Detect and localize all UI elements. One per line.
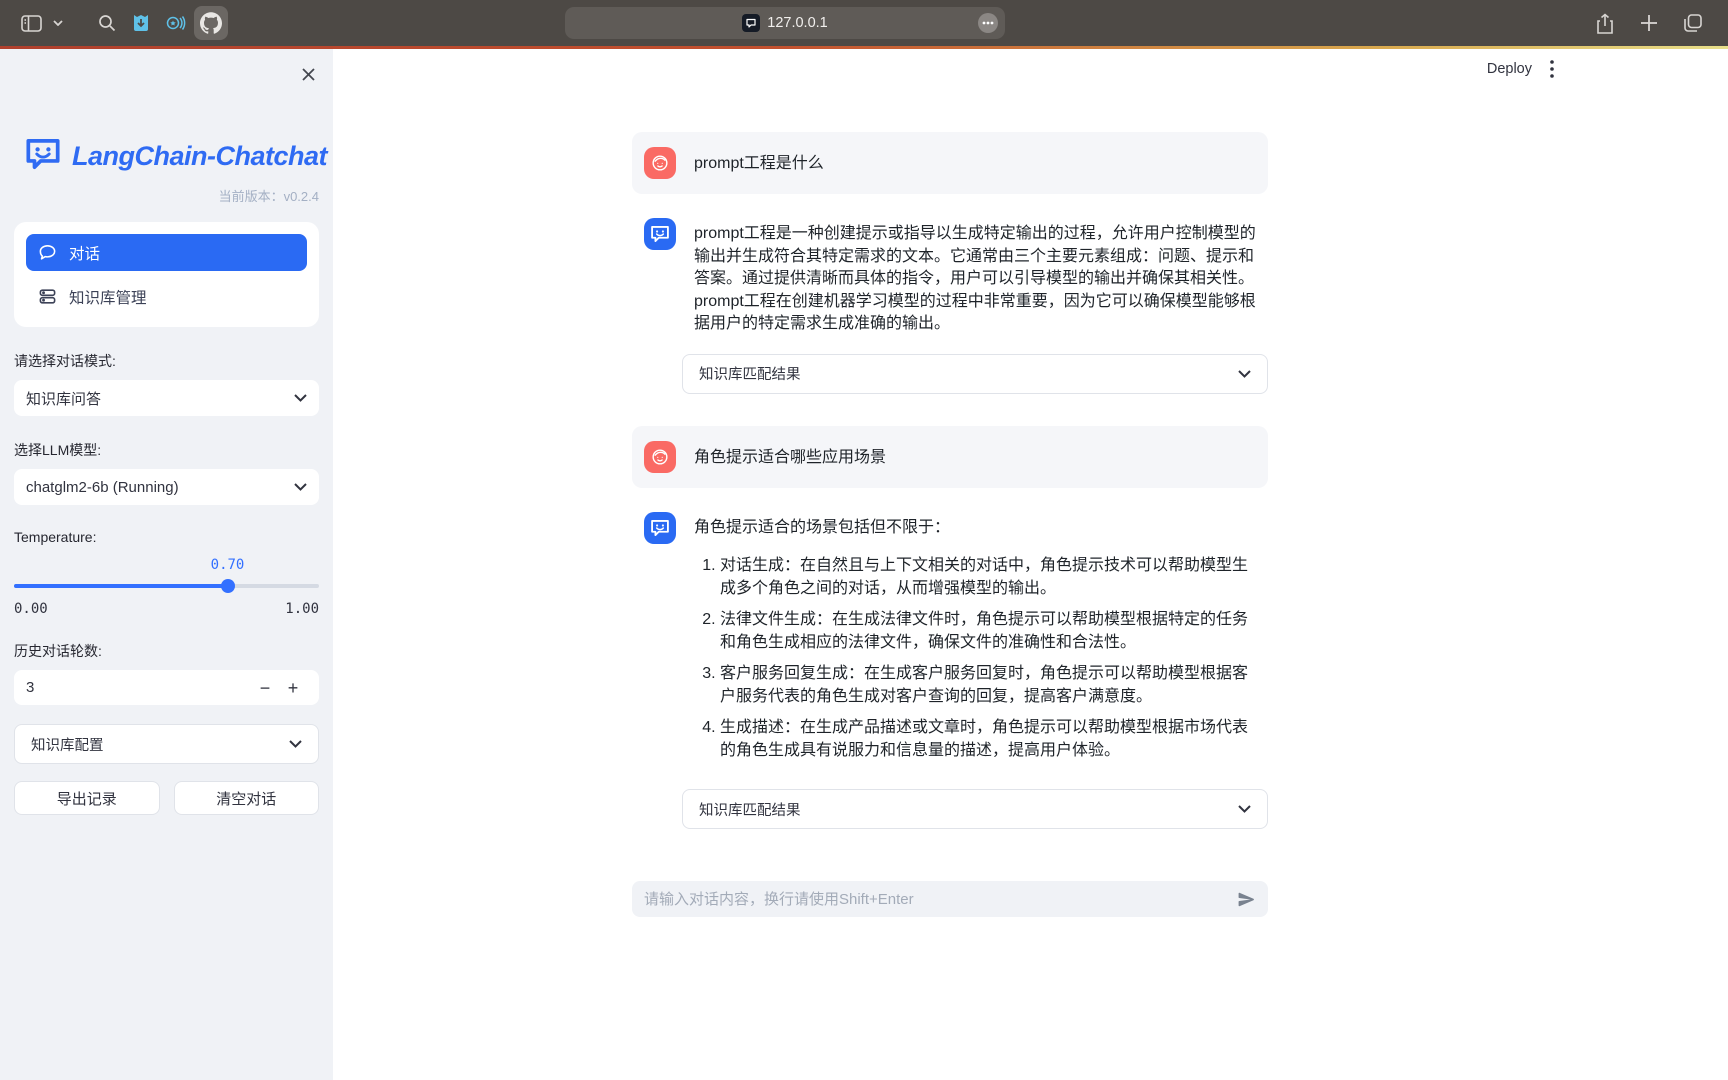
slider-range-labels: 0.00 1.00 (14, 601, 319, 617)
user-message: 角色提示适合哪些应用场景 (632, 426, 1268, 488)
chevron-down-icon (294, 394, 307, 402)
chevron-down-icon (1238, 805, 1251, 813)
tab-overview-icon[interactable] (1678, 8, 1708, 38)
dialog-mode-label: 请选择对话模式: (14, 351, 319, 371)
github-icon[interactable] (194, 6, 228, 40)
kb-match-expander-label: 知识库匹配结果 (699, 363, 1238, 384)
message-list-item: 法律文件生成：在生成法律文件时，角色提示可以帮助模型根据特定的任务和角色生成相应… (720, 609, 1256, 654)
address-more-icon[interactable] (978, 13, 998, 33)
sidebar-close-button[interactable] (297, 63, 319, 85)
kb-match-expander[interactable]: 知识库匹配结果 (682, 789, 1268, 829)
chevron-down-icon (1238, 370, 1251, 378)
assistant-message: prompt工程是一种创建提示或指导以生成特定输出的过程，允许用户控制模型的输出… (632, 218, 1268, 336)
dialog-mode-value: 知识库问答 (26, 388, 294, 409)
message-list-item: 对话生成：在自然且与上下文相关的对话中，角色提示技术可以帮助模型生成多个角色之间… (720, 555, 1256, 600)
slider-thumb[interactable] (221, 579, 235, 593)
chat-panel: prompt工程是什么 prompt工程是一种创建提示或指导以生成特定输出的过程，… (632, 49, 1268, 1080)
temperature-label: Temperature: (14, 529, 319, 545)
assistant-message: 角色提示适合的场景包括但不限于： 对话生成：在自然且与上下文相关的对话中，角色提示… (632, 512, 1268, 772)
chat-bubble-icon (38, 243, 57, 262)
kb-match-expander[interactable]: 知识库匹配结果 (682, 354, 1268, 394)
decrement-button[interactable]: − (251, 679, 279, 697)
extension-bookmark-icon[interactable] (126, 8, 156, 38)
clear-dialog-button[interactable]: 清空对话 (174, 781, 320, 815)
llm-model-value: chatglm2-6b (Running) (26, 479, 294, 496)
chevron-down-icon (289, 740, 302, 748)
assistant-avatar (644, 512, 676, 544)
slider-max-label: 1.00 (285, 601, 319, 617)
kb-match-expander-label: 知识库匹配结果 (699, 799, 1238, 820)
slider-min-label: 0.00 (14, 601, 48, 617)
slider-value: 0.70 (211, 557, 245, 573)
browser-toolbar: 127.0.0.1 (0, 0, 1728, 46)
share-icon[interactable] (1590, 8, 1620, 38)
menu-item-label: 对话 (69, 242, 100, 264)
database-icon (38, 287, 57, 306)
export-history-button[interactable]: 导出记录 (14, 781, 160, 815)
message-text: 角色提示适合的场景包括但不限于： (694, 512, 1256, 540)
chatchat-logo-icon (24, 137, 62, 176)
deploy-button[interactable]: Deploy (1487, 61, 1532, 77)
llm-model-label: 选择LLM模型: (14, 440, 319, 460)
search-icon[interactable] (92, 8, 122, 38)
dialog-mode-select[interactable]: 知识库问答 (14, 380, 319, 416)
send-icon[interactable] (1237, 890, 1256, 909)
temperature-slider[interactable]: 0.70 (14, 579, 319, 593)
message-text: prompt工程是一种创建提示或指导以生成特定输出的过程，允许用户控制模型的输出… (694, 218, 1256, 336)
message-list-item: 生成描述：在生成产品描述或文章时，角色提示可以帮助模型根据市场代表的角色生成具有… (720, 717, 1256, 762)
llm-model-select[interactable]: chatglm2-6b (Running) (14, 469, 319, 505)
menu-item-label: 知识库管理 (69, 286, 147, 308)
new-tab-icon[interactable] (1634, 8, 1664, 38)
sidebar: LangChain-Chatchat 当前版本：v0.2.4 对话 知识库管理 … (0, 49, 333, 1080)
increment-button[interactable]: + (279, 679, 307, 697)
user-message: prompt工程是什么 (632, 132, 1268, 194)
app-title: LangChain-Chatchat (72, 141, 327, 172)
sidebar-toggle-icon[interactable] (16, 8, 46, 38)
slider-fill (14, 584, 228, 588)
message-text: prompt工程是什么 (694, 147, 1256, 176)
sidebar-menu: 对话 知识库管理 (14, 222, 319, 327)
message-list: 对话生成：在自然且与上下文相关的对话中，角色提示技术可以帮助模型生成多个角色之间… (694, 555, 1256, 762)
chevron-down-icon (294, 483, 307, 491)
extension-scanner-icon[interactable] (160, 8, 190, 38)
chat-messages: prompt工程是什么 prompt工程是一种创建提示或指导以生成特定输出的过程，… (632, 49, 1268, 829)
message-list-item: 客户服务回复生成：在生成客户服务回复时，角色提示可以帮助模型根据客户服务代表的角… (720, 663, 1256, 708)
chat-input-container[interactable] (632, 881, 1268, 917)
menu-item-knowledge-base[interactable]: 知识库管理 (26, 278, 307, 315)
user-avatar (644, 147, 676, 179)
kb-config-expander[interactable]: 知识库配置 (14, 724, 319, 764)
menu-item-dialogue[interactable]: 对话 (26, 234, 307, 271)
app-logo: LangChain-Chatchat (24, 137, 319, 176)
user-avatar (644, 441, 676, 473)
assistant-avatar (644, 218, 676, 250)
address-bar[interactable]: 127.0.0.1 (565, 7, 1005, 39)
address-url: 127.0.0.1 (767, 15, 827, 31)
chat-input[interactable] (644, 891, 1237, 908)
version-label: 当前版本：v0.2.4 (14, 186, 319, 205)
history-rounds-value: 3 (26, 679, 251, 696)
kb-config-label: 知识库配置 (31, 734, 289, 755)
history-rounds-label: 历史对话轮数: (14, 641, 319, 661)
main-menu-icon[interactable] (1550, 60, 1554, 78)
history-rounds-input[interactable]: 3 − + (14, 670, 319, 705)
site-favicon-icon (742, 14, 760, 32)
sidebar-chevron-icon[interactable] (50, 8, 66, 38)
message-text: 角色提示适合哪些应用场景 (694, 441, 1256, 470)
